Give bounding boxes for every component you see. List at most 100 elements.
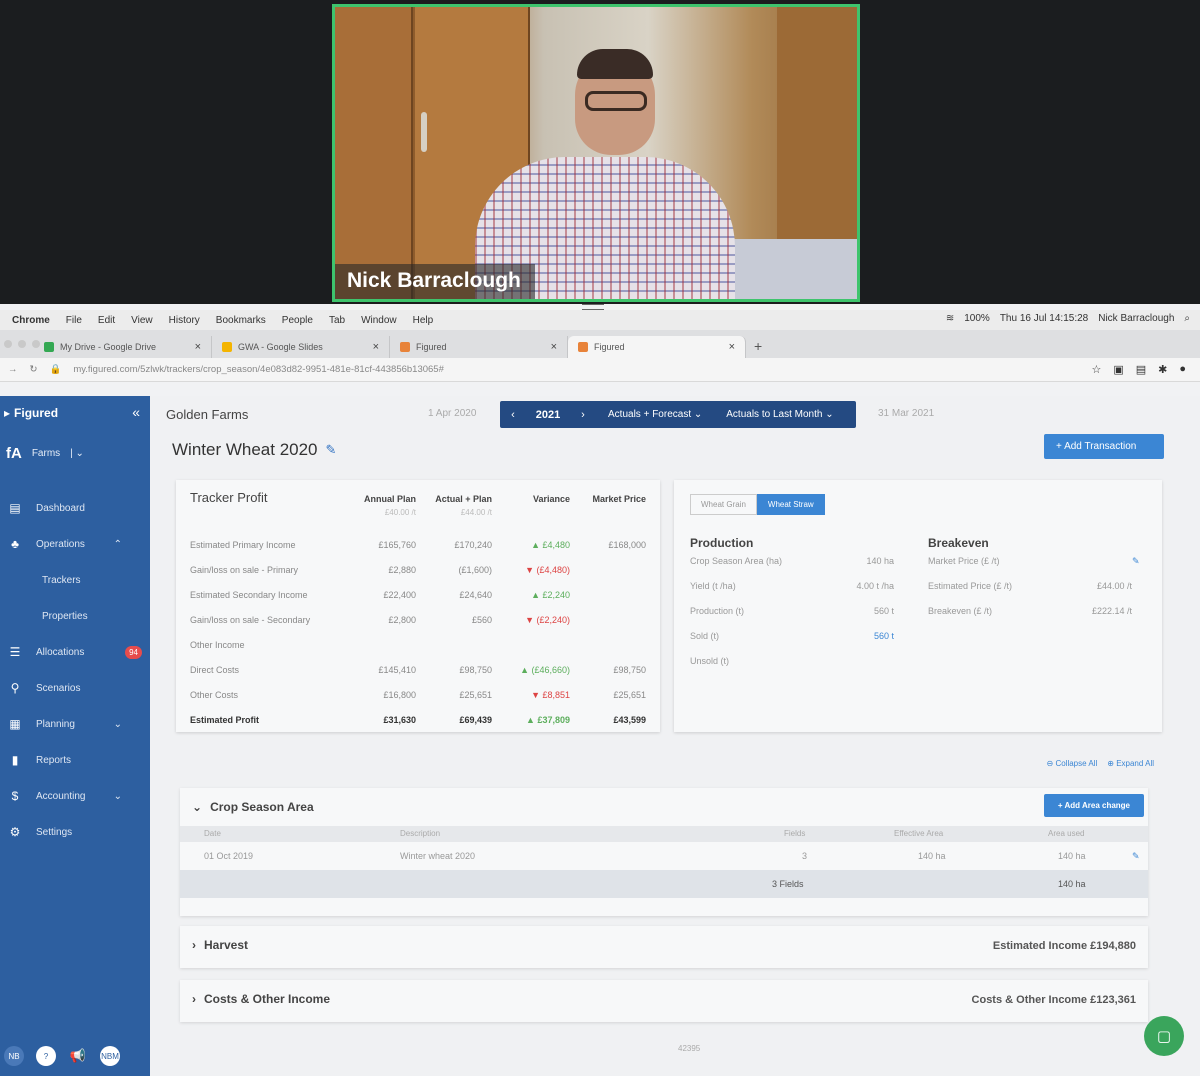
sidebar-footer: NB ? 📢 NBM [4,1046,120,1066]
harvest-title: Harvest [204,938,249,952]
menu-window[interactable]: Window [361,315,397,326]
tab-figured-active[interactable]: Figured × [568,336,746,358]
farm-switcher[interactable]: fA Farms | ⌄ [0,438,150,468]
col-variance: Variance [532,494,570,504]
close-icon[interactable]: × [373,341,379,353]
menu-user[interactable]: Nick Barraclough [1098,313,1174,324]
sidebar-item-scenarios[interactable]: ⚲ Scenarios [0,670,150,706]
settings-icon: ⚙ [9,825,21,839]
menu-people[interactable]: People [282,315,313,326]
chevron-down-icon: ⌄ [113,718,122,730]
url-field[interactable]: my.figured.com/5zlwk/trackers/crop_seaso… [73,364,444,375]
planning-icon: ▦ [9,717,21,731]
extension-icon[interactable]: ▣ [1113,363,1123,376]
crop-season-header[interactable]: ⌄ Crop Season Area + Add Area change [180,788,1148,826]
table-row: Estimated Secondary Income £22,400 £24,6… [190,590,570,600]
tracker-profit-card: Tracker Profit Annual Plan Actual + Plan… [176,480,660,732]
help-icon[interactable]: ? [36,1046,56,1066]
breakeven-title: Breakeven [928,536,989,550]
breakeven-row: Market Price (£ /t) ✎ [928,556,1140,567]
clock[interactable]: Thu 16 Jul 14:15:28 [1000,313,1088,324]
expand-all-link[interactable]: ⊕ Expand All [1107,759,1154,768]
chat-support-icon[interactable]: ▢ [1144,1016,1184,1056]
menu-bookmarks[interactable]: Bookmarks [216,315,266,326]
product-toggle: Wheat Grain Wheat Straw [690,494,825,515]
sidebar-item-properties[interactable]: Properties [0,598,150,634]
menu-edit[interactable]: Edit [98,315,115,326]
spotlight-search-icon[interactable]: ⌕ [1184,313,1190,324]
bookmark-star-icon[interactable]: ☆ [1091,363,1101,376]
tab-figured[interactable]: Figured × [390,336,568,358]
table-row[interactable]: 01 Oct 2019 Winter wheat 2020 3 140 ha 1… [180,842,1148,870]
close-icon[interactable]: × [195,341,201,353]
sidebar-item-reports[interactable]: ▮ Reports [0,742,150,778]
sidebar-item-settings[interactable]: ⚙ Settings [0,814,150,850]
table-row: Gain/loss on sale - Secondary £2,800 £56… [190,615,570,625]
org-avatar[interactable]: NBM [100,1046,120,1066]
toggle-wheat-straw[interactable]: Wheat Straw [756,494,825,515]
extension-puzzle-icon[interactable]: ✱ [1158,363,1167,376]
add-transaction-button[interactable]: + Add Transaction [1044,434,1164,459]
table-row: Other Income [190,640,245,650]
menu-chrome[interactable]: Chrome [12,315,50,326]
crop-table-header: Date Description Fields Effective Area A… [180,826,1148,842]
mode-dropdown[interactable]: Actuals + Forecast ⌄ [596,409,714,420]
chevron-left-icon[interactable]: ‹ [500,409,526,421]
breakeven-row: Breakeven (£ /t) £222.14 /t [928,606,1132,616]
edit-market-price-pencil-icon[interactable]: ✎ [1132,556,1140,567]
menu-tab[interactable]: Tab [329,315,345,326]
profile-avatar-icon[interactable]: ● [1179,363,1186,376]
chevron-down-icon: | ⌄ [70,447,84,459]
close-icon[interactable]: × [729,341,735,353]
harvest-section[interactable]: › Harvest Estimated Income £194,880 [180,926,1148,968]
sidebar-item-dashboard[interactable]: ▤ Dashboard [0,490,150,526]
user-avatar[interactable]: NB [4,1046,24,1066]
tab-google-drive[interactable]: My Drive - Google Drive × [34,336,212,358]
sidebar-item-operations[interactable]: ♣ Operations ⌃ [0,526,150,562]
address-bar: → ↻ 🔒 my.figured.com/5zlwk/trackers/crop… [0,358,1200,382]
sidebar: ▸ Figured « fA Farms | ⌄ ▤ Dashboard ♣ O… [0,396,150,1076]
edit-title-pencil-icon[interactable]: ✎ [326,442,337,458]
lock-icon: 🔒 [49,364,62,375]
tab-google-slides[interactable]: GWA - Google Slides × [212,336,390,358]
wifi-icon[interactable]: ≋ [946,313,954,324]
menu-file[interactable]: File [66,315,82,326]
menu-view[interactable]: View [131,315,153,326]
sidebar-item-trackers[interactable]: Trackers [0,562,150,598]
reload-icon[interactable]: ↻ [30,364,38,375]
new-tab-icon[interactable]: + [754,338,762,358]
background-wardrobe [335,7,413,299]
menu-history[interactable]: History [169,315,200,326]
dashboard-icon: ▤ [9,501,21,515]
col-market-price: Market Price [592,494,646,504]
actuals-range-dropdown[interactable]: Actuals to Last Month ⌄ [714,409,845,420]
page-title: Winter Wheat 2020 [172,440,318,459]
table-row: Direct Costs £145,410 £98,750 ▲ (£46,660… [190,665,646,675]
mac-menu-bar: Chrome File Edit View History Bookmarks … [0,310,1200,330]
crop-season-section: ⌄ Crop Season Area + Add Area change Dat… [180,788,1148,916]
scenarios-icon: ⚲ [10,681,20,695]
forward-icon[interactable]: → [8,364,18,375]
edit-row-pencil-icon[interactable]: ✎ [1132,851,1140,862]
production-row: Yield (t /ha) 4.00 t /ha [690,581,894,591]
collapse-sidebar-icon[interactable]: « [132,404,140,420]
chevron-right-icon[interactable]: › [570,409,596,421]
announcement-megaphone-icon[interactable]: 📢 [68,1046,88,1066]
costs-section[interactable]: › Costs & Other Income Costs & Other Inc… [180,980,1148,1022]
menu-help[interactable]: Help [413,315,434,326]
sold-link[interactable]: 560 t [824,631,894,641]
chevron-down-icon: ⌄ [192,800,203,814]
close-icon[interactable]: × [551,341,557,353]
sidebar-item-accounting[interactable]: $ Accounting ⌄ [0,778,150,814]
add-area-change-button[interactable]: + Add Area change [1043,794,1144,817]
collapse-all-link[interactable]: ⊖ Collapse All [1047,759,1098,768]
extension-icon[interactable]: ▤ [1136,363,1146,376]
figured-logo[interactable]: ▸ Figured [0,396,150,430]
main-content: Golden Farms 1 Apr 2020 ‹ 2021 › Actuals… [150,396,1200,1076]
table-row-total: 3 Fields 140 ha [180,870,1148,898]
toggle-wheat-grain[interactable]: Wheat Grain [690,494,757,515]
period-selector: ‹ 2021 › Actuals + Forecast ⌄ Actuals to… [500,401,856,428]
sidebar-item-allocations[interactable]: ☰ Allocations 94 [0,634,150,670]
google-drive-icon [44,342,54,352]
sidebar-item-planning[interactable]: ▦ Planning ⌄ [0,706,150,742]
